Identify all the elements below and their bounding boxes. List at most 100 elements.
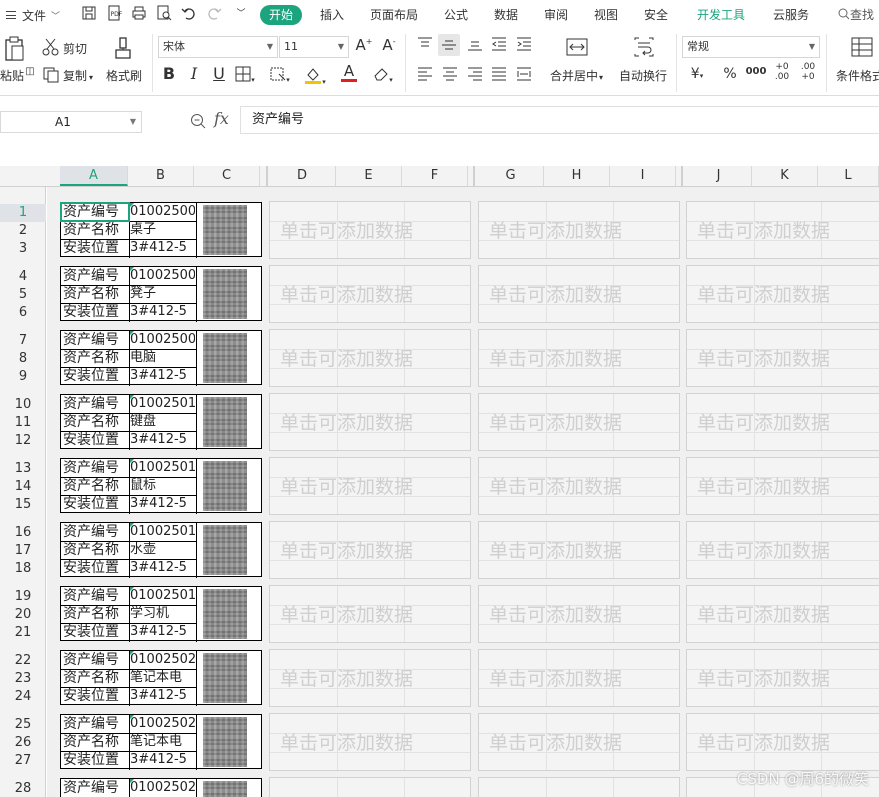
asset-field-label[interactable]: 安装位置 bbox=[61, 495, 129, 513]
asset-field-value[interactable]: 01002501 bbox=[129, 459, 195, 477]
asset-card[interactable]: 资产编号 01002502 资产名称 笔记本电 安装位置 3#412-5 bbox=[60, 714, 262, 770]
asset-field-value[interactable]: 3#412-5 bbox=[129, 431, 195, 449]
paste-options-icon[interactable]: ◫ bbox=[25, 66, 35, 77]
asset-field-label[interactable]: 资产编号 bbox=[61, 587, 129, 605]
row-header-15[interactable]: 15 bbox=[0, 496, 46, 514]
asset-field-value[interactable]: 学习机 bbox=[129, 605, 195, 623]
asset-field-label[interactable]: 安装位置 bbox=[61, 239, 129, 257]
add-data-placeholder[interactable]: 单击可添加数据 bbox=[478, 393, 680, 451]
asset-field-label[interactable]: 资产编号 bbox=[61, 203, 129, 221]
row-header-7[interactable]: 7 bbox=[0, 332, 46, 350]
conditional-format-button[interactable]: 条件格式 bbox=[836, 67, 879, 84]
align-left-icon[interactable] bbox=[416, 66, 434, 85]
column-header-h[interactable]: H bbox=[544, 166, 610, 186]
row-header-19[interactable]: 19 bbox=[0, 588, 46, 606]
tab-view[interactable]: 视图 bbox=[594, 6, 618, 24]
asset-field-label[interactable]: 资产编号 bbox=[61, 331, 129, 349]
row-header-10[interactable]: 10 bbox=[0, 396, 46, 414]
asset-field-value[interactable]: 01002502 bbox=[129, 651, 195, 669]
copy-button[interactable]: 复制 ▾ bbox=[63, 67, 93, 84]
add-data-placeholder[interactable]: 单击可添加数据 bbox=[686, 265, 879, 323]
add-data-placeholder[interactable]: 单击可添加数据 bbox=[478, 201, 680, 259]
asset-field-label[interactable]: 资产编号 bbox=[61, 523, 129, 541]
asset-field-label[interactable]: 资产名称 bbox=[61, 285, 129, 303]
add-data-placeholder[interactable]: 单击可添加数据 bbox=[269, 393, 471, 451]
eraser-icon[interactable]: ▾ bbox=[372, 66, 394, 85]
add-data-placeholder[interactable]: 单击可添加数据 bbox=[478, 713, 680, 771]
add-data-placeholder[interactable]: 单击可添加数据 bbox=[686, 649, 879, 707]
column-header-l[interactable]: L bbox=[818, 166, 879, 186]
asset-field-label[interactable]: 资产编号 bbox=[61, 651, 129, 669]
add-data-placeholder[interactable]: 单击可添加数据 bbox=[478, 457, 680, 515]
add-data-placeholder[interactable]: 单击可添加数据 bbox=[478, 521, 680, 579]
asset-card[interactable]: 资产编号 01002500 资产名称 凳子 安装位置 3#412-5 bbox=[60, 266, 262, 322]
decrease-decimal-icon[interactable]: .00 +0 bbox=[797, 62, 819, 82]
asset-card[interactable]: 资产编号 01002502 资产名称 笔记本电 安装位置 3#412-5 bbox=[60, 650, 262, 706]
row-header-26[interactable]: 26 bbox=[0, 734, 46, 752]
row-header-5[interactable]: 5 bbox=[0, 286, 46, 304]
currency-icon[interactable]: ¥▾ bbox=[686, 66, 708, 82]
save-icon[interactable] bbox=[80, 5, 98, 23]
asset-field-value[interactable]: 水壶 bbox=[129, 541, 195, 559]
add-data-placeholder[interactable]: 单击可添加数据 bbox=[269, 329, 471, 387]
asset-field-value[interactable]: 01002500 bbox=[129, 267, 195, 285]
tab-cloud[interactable]: 云服务 bbox=[773, 6, 809, 24]
row-header-18[interactable]: 18 bbox=[0, 560, 46, 578]
row-header-25[interactable]: 25 bbox=[0, 716, 46, 734]
asset-field-label[interactable]: 资产名称 bbox=[61, 477, 129, 495]
asset-field-label[interactable]: 资产编号 bbox=[61, 395, 129, 413]
column-header-e[interactable]: E bbox=[336, 166, 402, 186]
tab-developer[interactable]: 开发工具 bbox=[697, 6, 745, 24]
merge-center-button[interactable]: 合并居中▾ bbox=[550, 67, 603, 84]
add-data-placeholder[interactable]: 单击可添加数据 bbox=[269, 777, 471, 797]
row-header-3[interactable]: 3 bbox=[0, 240, 46, 258]
row-header-20[interactable]: 20 bbox=[0, 606, 46, 624]
asset-field-label[interactable]: 安装位置 bbox=[61, 303, 129, 321]
row-header-27[interactable]: 27 bbox=[0, 752, 46, 770]
asset-field-value[interactable]: 笔记本电 bbox=[129, 669, 195, 687]
asset-card[interactable]: 资产编号 01002500 资产名称 电脑 安装位置 3#412-5 bbox=[60, 330, 262, 386]
asset-field-value[interactable]: 01002502 bbox=[129, 715, 195, 733]
row-header-21[interactable]: 21 bbox=[0, 624, 46, 642]
asset-field-label[interactable]: 资产名称 bbox=[61, 221, 129, 239]
row-header-16[interactable]: 16 bbox=[0, 524, 46, 542]
borders-icon[interactable]: ▾ bbox=[235, 66, 255, 85]
column-header-j[interactable]: J bbox=[686, 166, 752, 186]
asset-field-value[interactable]: 01002500 bbox=[129, 203, 195, 221]
number-format-select[interactable]: 常规 ▼ bbox=[682, 36, 820, 58]
asset-field-label[interactable]: 安装位置 bbox=[61, 751, 129, 769]
row-header-12[interactable]: 12 bbox=[0, 432, 46, 450]
sheet-grid[interactable]: 资产编号 01002500 资产名称 桌子 安装位置 3#412-5 单击可添加数据 单击可添… bbox=[47, 187, 879, 797]
add-data-placeholder[interactable]: 单击可添加数据 bbox=[478, 649, 680, 707]
add-data-placeholder[interactable]: 单击可添加数据 bbox=[269, 585, 471, 643]
asset-field-value[interactable]: 鼠标 bbox=[129, 477, 195, 495]
row-header-4[interactable]: 4 bbox=[0, 268, 46, 286]
add-data-placeholder[interactable]: 单击可添加数据 bbox=[478, 329, 680, 387]
asset-card[interactable]: 资产编号 01002501 资产名称 键盘 安装位置 3#412-5 bbox=[60, 394, 262, 450]
row-header-14[interactable]: 14 bbox=[0, 478, 46, 496]
cut-button[interactable]: 剪切 bbox=[63, 40, 87, 57]
row-header-23[interactable]: 23 bbox=[0, 670, 46, 688]
decrease-font-icon[interactable]: A- bbox=[380, 36, 398, 54]
row-header-1[interactable]: 1 bbox=[0, 204, 46, 222]
asset-field-value[interactable]: 01002501 bbox=[129, 395, 195, 413]
column-header-c[interactable]: C bbox=[194, 166, 260, 186]
add-data-placeholder[interactable]: 单击可添加数据 bbox=[269, 713, 471, 771]
column-header-f[interactable]: F bbox=[402, 166, 468, 186]
asset-field-label[interactable]: 安装位置 bbox=[61, 367, 129, 385]
add-data-placeholder[interactable]: 单击可添加数据 bbox=[478, 777, 680, 797]
asset-field-value[interactable]: 3#412-5 bbox=[129, 367, 195, 385]
zoom-cell-icon[interactable] bbox=[190, 113, 206, 129]
bold-icon[interactable]: B bbox=[160, 64, 178, 83]
fill-color-icon[interactable]: ▾ bbox=[304, 66, 326, 87]
asset-field-value[interactable]: 01002501 bbox=[129, 523, 195, 541]
add-data-placeholder[interactable]: 单击可添加数据 bbox=[269, 649, 471, 707]
paste-icon[interactable] bbox=[3, 36, 25, 62]
column-header-i[interactable]: I bbox=[610, 166, 676, 186]
asset-field-label[interactable]: 资产名称 bbox=[61, 349, 129, 367]
wrap-text-button[interactable]: 自动换行 bbox=[619, 67, 667, 84]
row-header-28[interactable]: 28 bbox=[0, 780, 46, 797]
asset-card[interactable]: 资产编号 01002500 资产名称 桌子 安装位置 3#412-5 bbox=[60, 202, 262, 258]
asset-field-value[interactable]: 电脑 bbox=[129, 349, 195, 367]
add-data-placeholder[interactable]: 单击可添加数据 bbox=[478, 265, 680, 323]
